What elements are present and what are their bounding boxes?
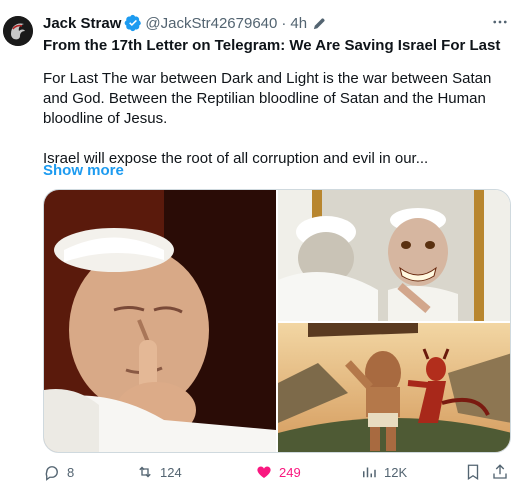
- share-button[interactable]: [491, 462, 515, 482]
- reply-button[interactable]: 8: [43, 462, 74, 482]
- more-options-icon[interactable]: [489, 11, 511, 33]
- media-image-3[interactable]: [278, 323, 510, 452]
- edited-pencil-icon[interactable]: [312, 16, 327, 31]
- post-paragraph-1: For Last The war between Dark and Light …: [43, 70, 492, 127]
- tweet[interactable]: Jack Straw @JackStr42679640 · 4h From th…: [0, 0, 529, 494]
- post-body: For Last The war between Dark and Light …: [43, 69, 515, 169]
- media-image-1[interactable]: [44, 190, 276, 452]
- bookmark-button[interactable]: [464, 462, 488, 482]
- verified-badge-icon[interactable]: [124, 14, 142, 32]
- views-count: 12K: [384, 464, 408, 480]
- reply-icon: [45, 466, 58, 481]
- show-more-link[interactable]: Show more: [43, 161, 124, 181]
- repost-count: 124: [160, 464, 182, 480]
- like-button[interactable]: 249: [255, 462, 301, 482]
- reply-count: 8: [67, 464, 75, 480]
- share-icon: [493, 464, 507, 479]
- heart-filled-icon: [257, 466, 271, 478]
- bookmark-icon: [467, 464, 479, 481]
- repost-icon: [139, 466, 151, 478]
- media-image-2[interactable]: [278, 190, 510, 321]
- photo-painting-figure-fighting-devil-icon: [278, 323, 510, 452]
- author-name[interactable]: Jack Straw: [43, 15, 121, 32]
- avatar-logo-icon: [3, 16, 33, 46]
- views-chart-icon: [363, 467, 376, 478]
- post-title: From the 17th Letter on Telegram: We Are…: [43, 37, 501, 54]
- like-count: 249: [279, 464, 301, 480]
- avatar[interactable]: [3, 16, 33, 46]
- media-grid: [43, 189, 511, 453]
- views-button[interactable]: 12K: [360, 462, 407, 482]
- repost-button[interactable]: 124: [136, 462, 182, 482]
- photo-pope-praying-icon: [44, 190, 276, 452]
- header-separator: ·: [281, 14, 287, 32]
- post-timestamp[interactable]: 4h: [290, 15, 307, 32]
- photo-pope-mirror-reflection-icon: [278, 190, 510, 321]
- author-handle[interactable]: @JackStr42679640: [145, 15, 277, 32]
- action-bar: 8 124 249 12K: [43, 462, 515, 482]
- tweet-header: Jack Straw @JackStr42679640 · 4h: [43, 13, 327, 33]
